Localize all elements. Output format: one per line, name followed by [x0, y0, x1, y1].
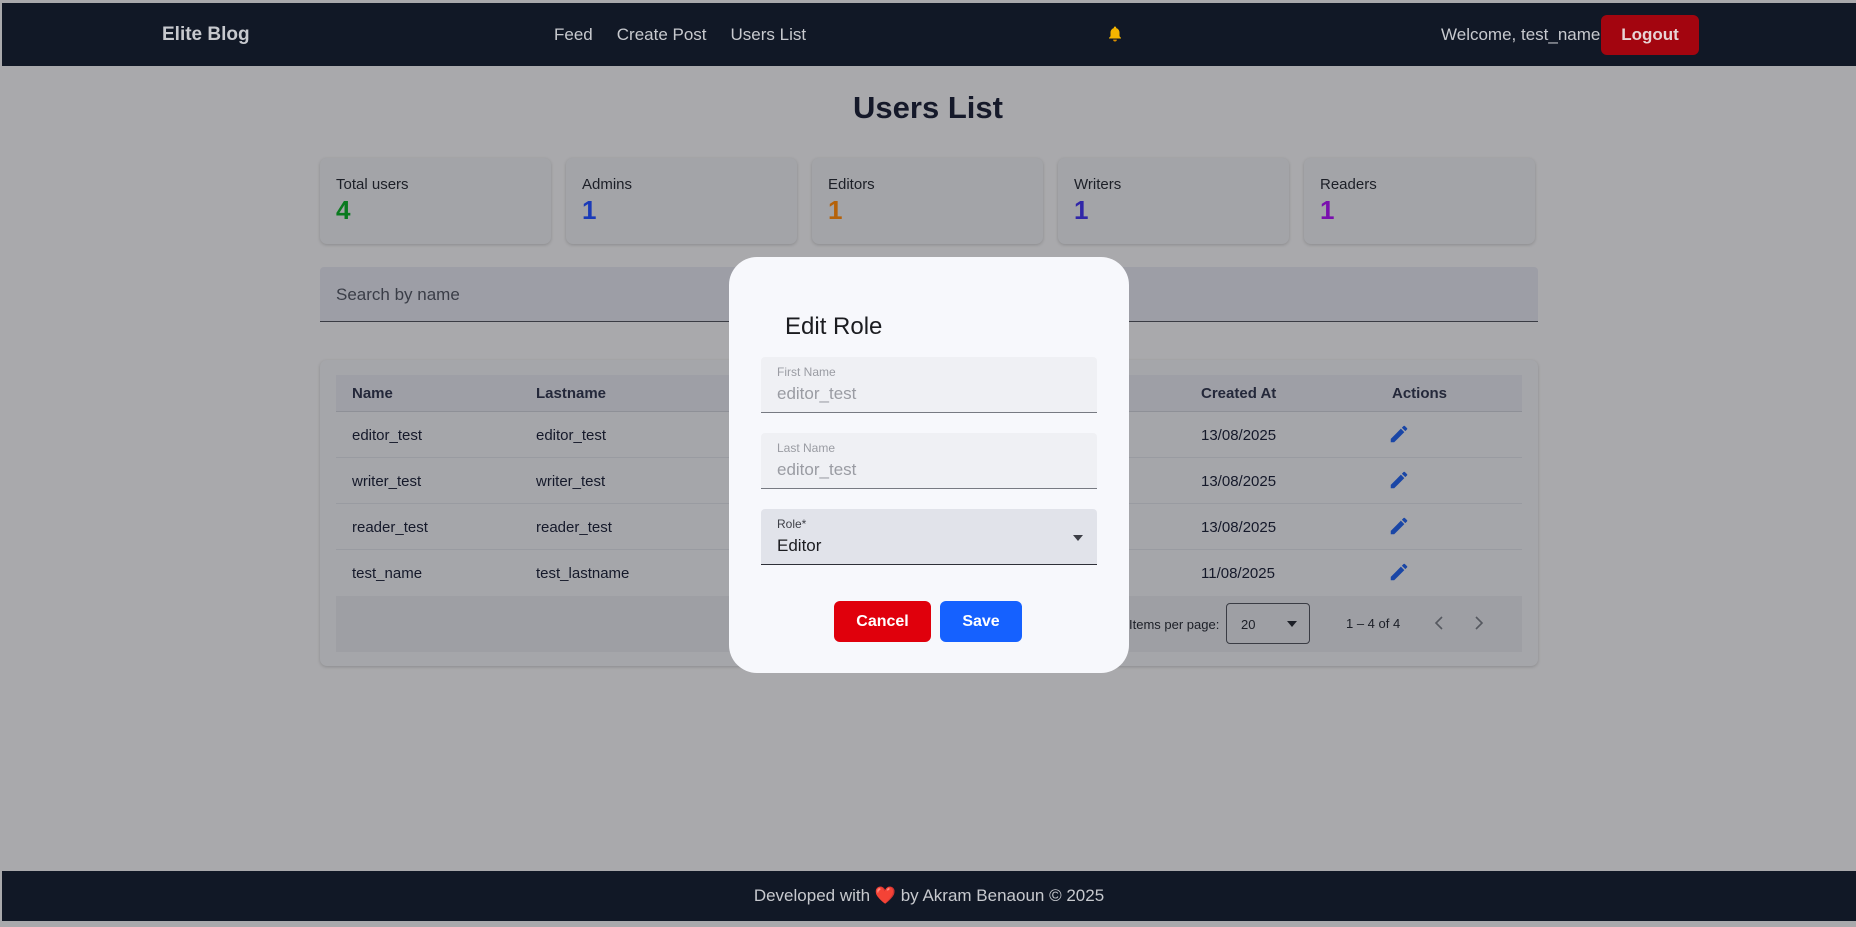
items-per-page-label: Items per page:: [1129, 617, 1220, 632]
heart-icon: ❤️: [874, 886, 896, 905]
first-name-field: First Name editor_test: [761, 357, 1097, 413]
stat-value: 1: [1074, 195, 1089, 225]
pencil-icon[interactable]: [1388, 515, 1410, 537]
dialog-title: Edit Role: [785, 313, 883, 340]
stat-value: 1: [1320, 195, 1335, 225]
stat-value: 1: [828, 195, 843, 225]
stat-card-editors: Editors 1: [812, 158, 1043, 244]
cell-lastname: test_lastname: [536, 565, 630, 582]
page-title: Users List: [853, 90, 1003, 125]
page-range-label: 1 – 4 of 4: [1346, 616, 1401, 631]
chevron-right-icon[interactable]: [1471, 614, 1487, 632]
stat-card-readers: Readers 1: [1304, 158, 1535, 244]
welcome-text: Welcome, test_name: [1441, 24, 1601, 44]
first-name-value: editor_test: [777, 384, 857, 403]
cell-name: editor_test: [352, 427, 423, 444]
pencil-icon[interactable]: [1388, 423, 1410, 445]
stat-card-writers: Writers 1: [1058, 158, 1289, 244]
stat-value: 1: [582, 195, 597, 225]
pencil-icon[interactable]: [1388, 469, 1410, 491]
role-label: Role*: [777, 517, 807, 531]
stat-label: Editors: [828, 176, 875, 193]
chevron-left-icon[interactable]: [1431, 614, 1447, 632]
caret-down-icon: [1073, 535, 1083, 541]
column-header-name[interactable]: Name: [352, 385, 393, 402]
nav-links: Feed Create Post Users List: [554, 25, 806, 45]
cell-created-at: 11/08/2025: [1201, 565, 1275, 582]
navbar: Elite Blog Feed Create Post Users List W…: [2, 3, 1856, 66]
cell-created-at: 13/08/2025: [1201, 473, 1277, 490]
stats-row: Total users 4 Admins 1 Editors 1 Writers…: [320, 158, 1535, 244]
nav-link-create-post[interactable]: Create Post: [617, 25, 707, 45]
cell-lastname: reader_test: [536, 519, 612, 536]
stat-label: Total users: [336, 176, 409, 193]
cell-created-at: 13/08/2025: [1201, 519, 1277, 536]
items-per-page-select[interactable]: 20: [1226, 603, 1310, 644]
save-button[interactable]: Save: [940, 601, 1022, 642]
edit-role-dialog: Edit Role First Name editor_test Last Na…: [729, 257, 1129, 673]
footer: Developed with ❤️ by Akram Benaoun © 202…: [2, 871, 1856, 921]
column-header-lastname[interactable]: Lastname: [536, 385, 606, 402]
cell-lastname: writer_test: [536, 473, 606, 490]
last-name-field: Last Name editor_test: [761, 433, 1097, 489]
footer-text-after: by Akram Benaoun © 2025: [900, 886, 1105, 905]
caret-down-icon: [1287, 621, 1297, 627]
stat-card-admins: Admins 1: [566, 158, 797, 244]
stat-value: 4: [336, 195, 351, 225]
column-header-actions: Actions: [1392, 385, 1448, 402]
column-header-created-at[interactable]: Created At: [1201, 385, 1276, 402]
logout-button[interactable]: Logout: [1601, 15, 1699, 55]
cell-name: writer_test: [352, 473, 422, 490]
last-name-value: editor_test: [777, 460, 857, 479]
items-per-page-value: 20: [1241, 617, 1256, 632]
pencil-icon[interactable]: [1388, 561, 1410, 583]
cell-name: reader_test: [352, 519, 428, 536]
stat-label: Admins: [582, 176, 633, 193]
cell-created-at: 13/08/2025: [1201, 427, 1277, 444]
role-value: Editor: [777, 536, 822, 555]
nav-link-users-list[interactable]: Users List: [731, 25, 807, 45]
bell-icon[interactable]: [1106, 25, 1124, 43]
stat-label: Readers: [1320, 176, 1377, 193]
cell-lastname: editor_test: [536, 427, 607, 444]
cancel-button[interactable]: Cancel: [834, 601, 931, 642]
last-name-label: Last Name: [777, 441, 836, 455]
brand-logo[interactable]: Elite Blog: [162, 24, 250, 46]
footer-text-before: Developed with: [753, 886, 871, 905]
nav-link-feed[interactable]: Feed: [554, 25, 593, 45]
stat-card-total-users: Total users 4: [320, 158, 551, 244]
stat-label: Writers: [1074, 176, 1122, 193]
first-name-label: First Name: [777, 365, 836, 379]
cell-name: test_name: [352, 565, 423, 582]
role-select[interactable]: Role* Editor: [761, 509, 1097, 565]
